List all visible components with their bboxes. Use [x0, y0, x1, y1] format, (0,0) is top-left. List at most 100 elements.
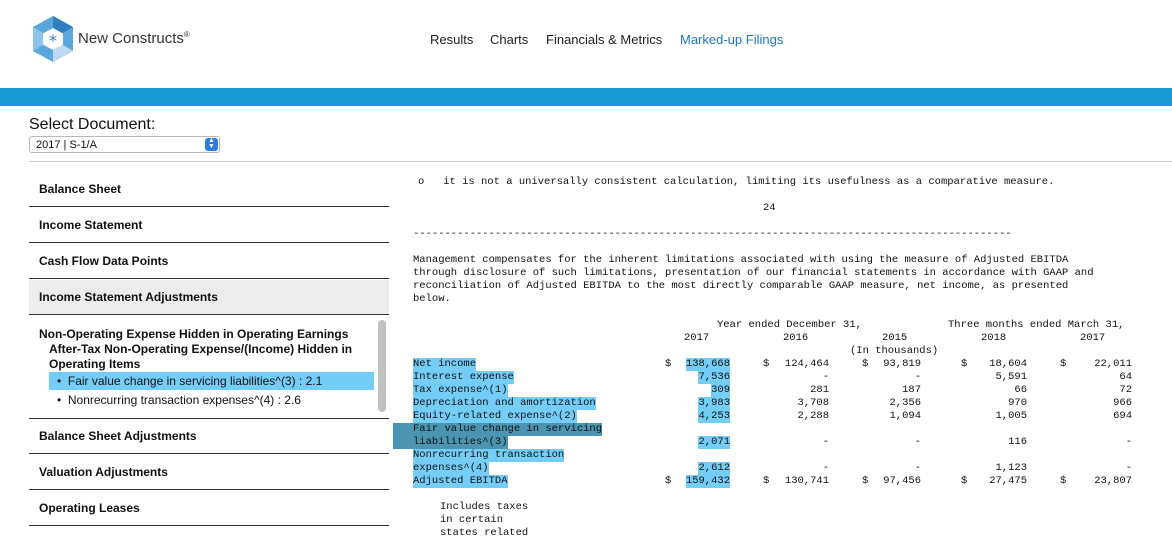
sub-title-text: Non-Operating Expense Hidden in Operatin…	[39, 327, 349, 341]
row-value: 1,094	[889, 410, 921, 422]
row-value: 138,668	[685, 358, 730, 371]
filing-document: o it is not a universally consistent cal…	[393, 0, 1172, 540]
row-value: 27,475	[989, 475, 1027, 487]
row-label: Fair value change in servicing	[393, 423, 603, 436]
row-value: 970	[1008, 397, 1027, 409]
row-value: 966	[1113, 397, 1132, 409]
entry-label: Nonrecurring transaction expenses^(4) : …	[67, 393, 301, 407]
row-value: -	[914, 462, 921, 474]
header-three-months: Three months ended March 31,	[948, 319, 1125, 331]
row-label: Equity-related expense^(2)	[413, 410, 577, 423]
header-year-ended: Year ended December 31,	[717, 319, 862, 331]
row-value: -	[1125, 462, 1132, 474]
row-value: 2,288	[797, 410, 829, 422]
page-number: 24	[763, 202, 776, 214]
in-thousands-note: (In thousands)	[850, 345, 939, 357]
row-value: 64	[1119, 371, 1132, 383]
footnote-line: in certain	[440, 514, 504, 526]
row-value: 116	[1008, 436, 1027, 448]
bullet-icon: •	[57, 393, 62, 407]
row-value: 5,591	[995, 371, 1027, 383]
row-value: 2,612	[698, 462, 730, 475]
row-value: 18,604	[989, 358, 1027, 370]
paragraph-line: Management compensates for the inherent …	[413, 254, 1069, 266]
row-label: Interest expense	[413, 371, 514, 384]
sidebar-item-operating-leases[interactable]: Operating Leases	[29, 491, 389, 526]
svg-text:*: *	[49, 31, 57, 50]
dollar-sign: $	[1060, 358, 1067, 370]
brand-text: New Constructs	[78, 30, 184, 47]
dollar-sign: $	[763, 358, 770, 370]
row-value: 2,071	[698, 436, 730, 449]
brand-name[interactable]: New Constructs®	[78, 30, 190, 47]
select-document-dropdown[interactable]: 2017 | S-1/A ▲ ▼	[29, 136, 220, 153]
row-value: 309	[711, 384, 730, 397]
dollar-sign: $	[961, 475, 968, 487]
sidebar-entry-nonrecurring-transaction[interactable]: • Nonrecurring transaction expenses^(4) …	[49, 391, 374, 409]
sidebar-item-income-statement[interactable]: Income Statement	[29, 208, 389, 243]
row-value: 124,464	[784, 358, 829, 370]
row-value: 1,123	[995, 462, 1027, 474]
year-col: 2016	[783, 332, 809, 344]
sidebar-item-income-statement-adjustments[interactable]: Income Statement Adjustments	[29, 280, 389, 315]
dollar-sign: $	[961, 358, 968, 370]
registered-mark: ®	[183, 30, 190, 39]
dollar-sign: $	[665, 358, 672, 370]
paragraph-line: reconciliation of Adjusted EBITDA to the…	[413, 280, 1069, 292]
year-col: 2017	[684, 332, 710, 344]
year-col: 2015	[882, 332, 908, 344]
chevron-updown-icon: ▲ ▼	[205, 137, 218, 151]
row-value: 7,536	[698, 371, 730, 384]
select-document-label: Select Document:	[29, 116, 156, 133]
row-value: 281	[810, 384, 829, 396]
dollar-sign: $	[665, 475, 672, 487]
footnote-line: states related	[440, 527, 529, 539]
row-value: -	[822, 436, 829, 448]
sidebar-item-valuation-adjustments[interactable]: Valuation Adjustments	[29, 455, 389, 490]
row-value: 66	[1014, 384, 1027, 396]
dollar-sign: $	[862, 475, 869, 487]
sidebar-item-balance-sheet-adjustments[interactable]: Balance Sheet Adjustments	[29, 419, 389, 454]
row-value: 3,983	[698, 397, 730, 410]
page-divider: ----------------------------------------…	[413, 228, 1012, 240]
row-value: -	[822, 371, 829, 383]
row-label: Tax expense^(1)	[413, 384, 508, 397]
paragraph-line: through disclosure of such limitations, …	[413, 267, 1094, 279]
select-document-value: 2017 | S-1/A	[36, 139, 97, 151]
row-value: 22,011	[1094, 358, 1132, 370]
sidebar-sub-title[interactable]: Non-Operating Expense Hidden in Operatin…	[39, 327, 359, 372]
row-label: Adjusted EBITDA	[413, 475, 508, 488]
row-value: 93,819	[883, 358, 921, 370]
row-value: -	[914, 371, 921, 383]
sidebar-item-cash-flow-data-points[interactable]: Cash Flow Data Points	[29, 244, 389, 279]
row-label: Depreciation and amortization	[413, 397, 596, 410]
row-value: 159,432	[685, 475, 730, 488]
sidebar-item-balance-sheet[interactable]: Balance Sheet	[29, 172, 389, 207]
row-value: 2,356	[889, 397, 921, 409]
row-value: -	[822, 462, 829, 474]
year-col: 2018	[981, 332, 1007, 344]
row-value: 4,253	[698, 410, 730, 423]
row-value: 72	[1119, 384, 1132, 396]
row-value: 694	[1113, 410, 1132, 422]
row-value: 3,708	[797, 397, 829, 409]
dollar-sign: $	[862, 358, 869, 370]
year-col: 2017	[1080, 332, 1106, 344]
new-constructs-logo[interactable]: *	[30, 14, 76, 64]
paragraph-line: below.	[413, 293, 451, 305]
sidebar-scrollbar[interactable]	[378, 320, 386, 412]
row-label: expenses^(4)	[413, 462, 489, 475]
row-value: -	[1125, 436, 1132, 448]
dollar-sign: $	[763, 475, 770, 487]
bullet-icon: •	[57, 374, 62, 388]
row-label: Net income	[413, 358, 477, 371]
footnote-line: Includes taxes	[440, 501, 529, 513]
row-label: liabilities^(3)	[393, 436, 508, 449]
sub-subtitle-text: After-Tax Non-Operating Expense/(Income)…	[49, 342, 353, 371]
bullet-text: o it is not a universally consistent cal…	[418, 176, 1055, 188]
row-value: 23,807	[1094, 475, 1132, 487]
row-value: 130,741	[784, 475, 829, 487]
row-value: 187	[902, 384, 921, 396]
scrollbar-thumb[interactable]	[378, 320, 386, 412]
sidebar-entry-fair-value-change[interactable]: • Fair value change in servicing liabili…	[49, 372, 374, 390]
